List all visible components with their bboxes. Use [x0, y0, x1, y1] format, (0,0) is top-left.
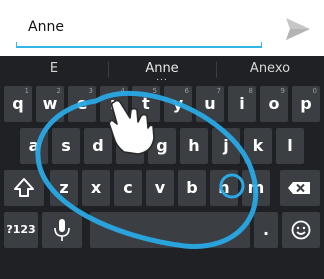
input-underline	[16, 42, 262, 48]
suggestion-item[interactable]: Anexo	[216, 56, 324, 84]
key-o[interactable]: 9o	[260, 86, 288, 122]
key-label: d	[92, 136, 104, 155]
key-v[interactable]: v	[146, 170, 174, 206]
shift-key[interactable]	[4, 170, 44, 206]
key-label: e	[76, 94, 88, 113]
emoji-key[interactable]	[282, 212, 320, 248]
key-label: v	[154, 178, 166, 197]
key-label: h	[188, 136, 200, 155]
key-w[interactable]: 2w	[36, 86, 64, 122]
key-label: c	[123, 178, 133, 197]
shift-icon	[14, 178, 34, 197]
key-g[interactable]: g	[148, 128, 176, 164]
symbols-key-label: ?123	[6, 223, 36, 236]
keyboard: E Anne ... Anexo ?123 . 1 q 2 w 3 e 4 r …	[0, 56, 324, 279]
key-y[interactable]: 6y	[164, 86, 192, 122]
key-j[interactable]: j	[212, 128, 240, 164]
microphone-icon	[54, 219, 70, 241]
key-label: j	[223, 136, 229, 155]
key-x[interactable]: x	[82, 170, 110, 206]
suggestion-item[interactable]: E	[0, 56, 108, 84]
key-label: g	[156, 136, 168, 155]
key-h[interactable]: h	[180, 128, 208, 164]
key-b[interactable]: b	[178, 170, 206, 206]
key-label: a	[28, 136, 40, 155]
key-k[interactable]: k	[244, 128, 272, 164]
smiley-icon	[291, 220, 311, 240]
message-input[interactable]: Anne	[16, 10, 262, 50]
key-m[interactable]: m	[242, 170, 270, 206]
key-d[interactable]: d	[84, 128, 112, 164]
key-label: p	[300, 94, 312, 113]
key-label: i	[239, 94, 245, 113]
suggestion-strip: E Anne ... Anexo	[0, 56, 324, 84]
key-u[interactable]: 7u	[196, 86, 224, 122]
key-label: s	[61, 136, 71, 155]
key-label: x	[90, 178, 102, 197]
key-label: k	[252, 136, 264, 155]
key-t[interactable]: 5t	[132, 86, 160, 122]
key-label: z	[59, 178, 69, 197]
key-z[interactable]: z	[50, 170, 78, 206]
key-l[interactable]: l	[276, 128, 304, 164]
key-a[interactable]: a	[20, 128, 48, 164]
key-label: l	[287, 136, 293, 155]
send-button[interactable]	[278, 14, 314, 44]
key-label: t	[142, 94, 150, 113]
period-key[interactable]: .	[254, 212, 278, 248]
key-e[interactable]: 3e	[68, 86, 96, 122]
key-q[interactable]: 1q	[4, 86, 32, 122]
key-f[interactable]: f	[116, 128, 144, 164]
key-label: y	[172, 94, 184, 113]
space-key[interactable]	[90, 212, 250, 248]
key-n[interactable]: n	[210, 170, 238, 206]
key-label: r	[110, 94, 118, 113]
backspace-icon	[288, 182, 310, 194]
suggestion-item-primary[interactable]: Anne ...	[108, 56, 216, 84]
send-icon	[286, 18, 310, 40]
key-c[interactable]: c	[114, 170, 142, 206]
message-input-text: Anne	[28, 19, 64, 35]
key-label: o	[268, 94, 280, 113]
key-label: f	[126, 136, 134, 155]
key-i[interactable]: 8i	[228, 86, 256, 122]
key-p[interactable]: 0p	[292, 86, 320, 122]
more-suggestions-indicator: ...	[156, 73, 168, 83]
key-label: w	[42, 94, 58, 113]
key-label: b	[186, 178, 198, 197]
key-r[interactable]: 4r	[100, 86, 128, 122]
key-label: q	[12, 94, 24, 113]
compose-area: Anne	[0, 0, 324, 56]
symbols-key[interactable]: ?123	[4, 212, 38, 248]
key-label: n	[218, 178, 230, 197]
backspace-key[interactable]	[280, 170, 320, 206]
key-label: m	[247, 178, 265, 197]
voice-input-key[interactable]	[42, 212, 82, 248]
period-key-label: .	[262, 220, 270, 239]
key-label: u	[204, 94, 216, 113]
key-s[interactable]: s	[52, 128, 80, 164]
